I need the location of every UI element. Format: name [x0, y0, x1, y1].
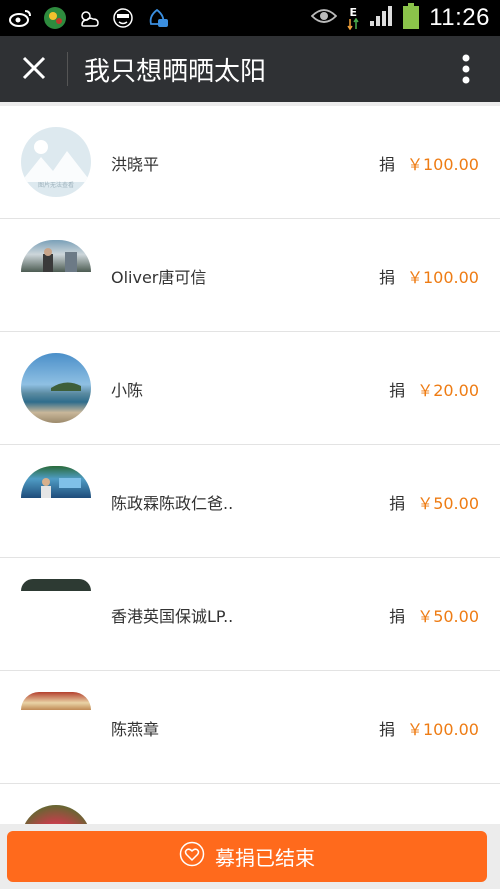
donor-name: 陈燕章: [111, 720, 160, 739]
list-item[interactable]: [0, 784, 500, 824]
donation-ended-button[interactable]: 募捐已结束: [7, 831, 487, 882]
avatar: [21, 466, 91, 498]
weather-icon: [76, 5, 102, 31]
avatar: [21, 240, 91, 272]
heart-icon: [179, 841, 205, 872]
donation-value: ￥100.00: [407, 268, 479, 287]
signal-icon: [369, 5, 393, 31]
donation-amount: 捐 ￥100.00: [379, 264, 479, 288]
status-bar: E 11:26: [0, 0, 500, 36]
smiley-icon: [110, 5, 136, 31]
list-item[interactable]: 小陈 捐 ￥20.00: [0, 332, 500, 445]
avatar: [21, 353, 91, 423]
donation-label: 捐: [378, 155, 395, 174]
list-item[interactable]: 陈政霖陈政仁爸.. 捐 ￥50.00: [0, 445, 500, 558]
avatar: 图片无法查看: [21, 127, 91, 197]
donation-amount: 捐 ￥50.00: [389, 490, 479, 514]
donation-amount: 捐 ￥20.00: [389, 377, 479, 401]
eye-icon: [310, 7, 338, 29]
bottom-bar: 募捐已结束: [0, 824, 500, 889]
donor-name: 小陈: [111, 381, 144, 400]
donation-label: 捐: [389, 381, 406, 400]
avatar: [21, 692, 91, 710]
weibo-icon: [8, 5, 34, 31]
donation-value: ￥50.00: [417, 607, 479, 626]
donation-value: ￥50.00: [417, 494, 479, 513]
list-item[interactable]: Oliver唐可信 捐 ￥100.00: [0, 219, 500, 332]
list-item[interactable]: 图片无法查看 洪晓平 捐 ￥100.00: [0, 106, 500, 219]
donor-name: 香港英国保诚LP..: [111, 607, 234, 626]
donation-value: ￥100.00: [407, 155, 479, 174]
donation-amount: 捐 ￥100.00: [379, 716, 479, 740]
close-icon[interactable]: [20, 54, 48, 82]
donation-amount: 捐 ￥50.00: [389, 603, 479, 627]
more-menu-icon[interactable]: [462, 54, 470, 84]
clock: 11:26: [429, 4, 490, 31]
nav-bar: 我只想晒晒太阳: [0, 36, 500, 102]
list-item[interactable]: 香港英国保诚LP.. 捐 ￥50.00: [0, 558, 500, 671]
list-item[interactable]: 陈燕章 捐 ￥100.00: [0, 671, 500, 784]
donation-amount: 捐 ￥100.00: [379, 151, 479, 175]
nav-divider: [67, 52, 68, 86]
avatar: [21, 805, 91, 824]
donor-list[interactable]: 图片无法查看 洪晓平 捐 ￥100.00 Oliver唐可信 捐 ￥100.00…: [0, 106, 500, 824]
app-icon: [42, 5, 68, 31]
qq-icon: [144, 5, 170, 31]
donation-label: 捐: [378, 720, 395, 739]
avatar: [21, 579, 91, 591]
donation-label: 捐: [389, 607, 406, 626]
battery-icon: [403, 3, 420, 33]
network-icon: E: [347, 7, 359, 30]
donation-value: ￥100.00: [407, 720, 479, 739]
donation-label: 捐: [378, 268, 395, 287]
donor-name: 洪晓平: [111, 155, 160, 174]
avatar-placeholder-text: 图片无法查看: [38, 181, 74, 189]
page-title: 我只想晒晒太阳: [84, 57, 267, 87]
donation-ended-label: 募捐已结束: [215, 846, 315, 870]
donor-name: Oliver唐可信: [111, 268, 207, 287]
donor-name: 陈政霖陈政仁爸..: [111, 494, 234, 513]
network-type: E: [349, 5, 357, 19]
donation-label: 捐: [389, 494, 406, 513]
donation-value: ￥20.00: [417, 381, 479, 400]
